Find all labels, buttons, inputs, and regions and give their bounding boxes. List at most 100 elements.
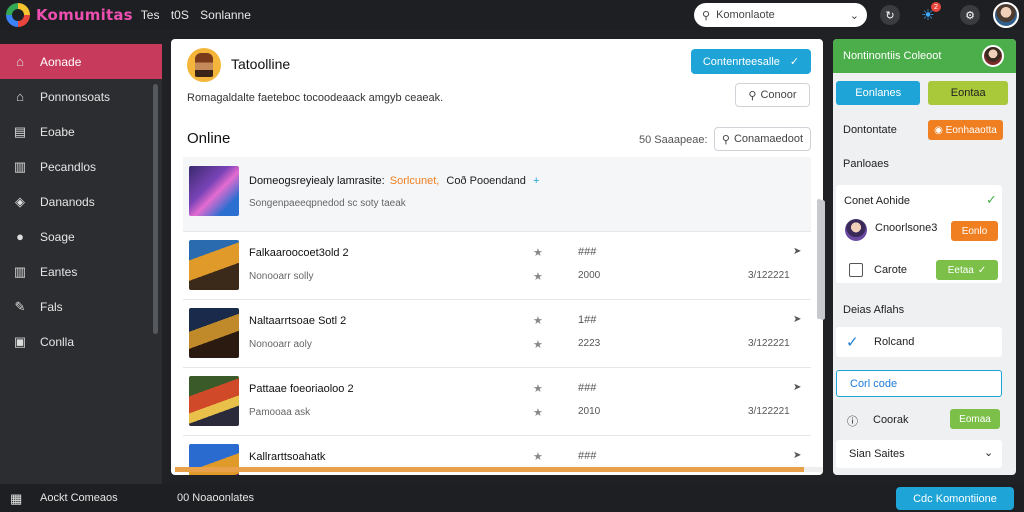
sidebar-item-1[interactable]: ⌂ Aonade bbox=[0, 44, 162, 79]
item-date: 3/122221 bbox=[748, 406, 790, 417]
sidebar-item-9[interactable]: ▣ Conlla bbox=[0, 324, 162, 359]
item-title: Pattaae foeoriaoloo 2 bbox=[249, 383, 354, 395]
progress-fill bbox=[175, 467, 804, 472]
link-row[interactable]: Corl code bbox=[836, 370, 1002, 397]
avatar[interactable] bbox=[845, 219, 867, 241]
top-nav: Tes t0S Sonlanne bbox=[141, 8, 259, 22]
star-icon[interactable]: ★ bbox=[533, 450, 543, 463]
sidebar-scrollbar[interactable] bbox=[153, 84, 158, 334]
grid-icon[interactable]: ▦ bbox=[10, 491, 22, 507]
card: Conet Aohide ✓ Cnoorlsone3 Eonlo Carote … bbox=[836, 185, 1002, 283]
sidebar-item-4[interactable]: ▥ Pecandlos bbox=[0, 149, 162, 184]
orange-button[interactable]: ◉ Eonhaaotta bbox=[928, 120, 1003, 140]
secondary-button-label: Conoor bbox=[760, 89, 797, 101]
user-action-button[interactable]: Eonlo bbox=[951, 221, 998, 241]
right-panel: Nontinontiis Coleoot Eonlanes Eontaa Don… bbox=[833, 39, 1016, 475]
green-button[interactable]: Eetaa ✓ bbox=[936, 260, 998, 280]
checkbox[interactable] bbox=[849, 263, 863, 277]
right-scrollbar[interactable] bbox=[820, 200, 825, 320]
filter-button[interactable]: ⚲ Conamaedoot bbox=[714, 127, 811, 151]
search-placeholder: Komonlaote bbox=[716, 9, 775, 21]
notification-badge: 2 bbox=[931, 2, 941, 12]
check-icon: ✓ bbox=[986, 192, 997, 207]
star-icon[interactable]: ★ bbox=[533, 406, 543, 419]
arrow-icon[interactable]: ➤ bbox=[793, 314, 801, 325]
refresh-icon[interactable]: ↻ bbox=[880, 5, 900, 25]
info-button[interactable]: Eomaa bbox=[950, 409, 1000, 429]
sidebar-item-label: Aonade bbox=[40, 54, 82, 69]
top-nav-item-3[interactable]: Sonlanne bbox=[200, 8, 251, 22]
home-icon: ⌂ bbox=[16, 54, 24, 69]
chevron-down-icon[interactable]: ⌄ bbox=[984, 446, 993, 459]
item-thumbnail bbox=[189, 376, 239, 426]
sidebar-item-3[interactable]: ▤ Eoabe bbox=[0, 114, 162, 149]
top-nav-item-2[interactable]: t0S bbox=[171, 8, 189, 22]
featured-item[interactable]: Domeogsreyiealy lamrasite: Sorlcunet, Co… bbox=[183, 157, 811, 232]
list-item[interactable]: Pattaae foeoriaoloo 2 Pamooaa ask ★ ★ ##… bbox=[183, 368, 811, 436]
sidebar-item-label: Dananods bbox=[40, 194, 95, 209]
sidebar-item-5[interactable]: ◈ Dananods bbox=[0, 184, 162, 219]
featured-highlight[interactable]: Sorlcunet, bbox=[390, 175, 440, 187]
tab-primary[interactable]: Eonlanes bbox=[836, 81, 921, 105]
fire-icon: ◉ bbox=[934, 124, 946, 136]
plus-icon[interactable]: + bbox=[533, 175, 539, 187]
star-icon[interactable]: ★ bbox=[533, 246, 543, 259]
card-title: Conet Aohide bbox=[844, 195, 911, 207]
user-avatar[interactable] bbox=[993, 2, 1019, 28]
row-label: Dontontate bbox=[843, 124, 897, 136]
primary-action-button[interactable]: Contenrteesalle ✓ bbox=[691, 49, 811, 74]
item-tag: 1## bbox=[578, 314, 597, 326]
star-icon[interactable]: ★ bbox=[533, 338, 543, 351]
item-date: 3/122221 bbox=[748, 338, 790, 349]
bottom-mid-label[interactable]: 00 Noaoonlates bbox=[177, 492, 254, 504]
star-icon[interactable]: ★ bbox=[533, 382, 543, 395]
item-tag: ### bbox=[578, 450, 597, 462]
star-icon[interactable]: ★ bbox=[533, 270, 543, 283]
edit-icon: ✎ bbox=[14, 298, 26, 314]
paint-icon: ● bbox=[16, 229, 24, 244]
sidebar-item-label: Eantes bbox=[40, 264, 78, 279]
green-button-label: Eetaa bbox=[947, 264, 974, 276]
search-icon: ⚲ bbox=[748, 89, 757, 102]
primary-action-label: Contenrteesalle bbox=[702, 55, 780, 68]
arrow-icon[interactable]: ➤ bbox=[793, 450, 801, 461]
link-label[interactable]: Corl code bbox=[850, 378, 897, 390]
sidebar-item-2[interactable]: ⌂ Ponnonsoats bbox=[0, 79, 162, 114]
list-item[interactable]: Naltaarrtsoae Sotl 2 Nonooarr aoly ★ ★ 1… bbox=[183, 300, 811, 368]
chevron-down-icon[interactable]: ⌄ bbox=[850, 9, 859, 22]
dropdown[interactable]: Sian Saites ⌄ bbox=[836, 440, 1002, 468]
checked-row[interactable]: ✓ Rolcand bbox=[836, 327, 1002, 357]
section-label: Deias Aflahs bbox=[843, 304, 905, 316]
search-icon: ⚲ bbox=[721, 133, 730, 146]
sidebar-item-6[interactable]: ● Soage bbox=[0, 219, 162, 254]
info-label: Coorak bbox=[873, 414, 909, 426]
settings-icon[interactable]: ⚙ bbox=[960, 5, 980, 25]
arrow-icon[interactable]: ➤ bbox=[793, 382, 801, 393]
item-count: 2223 bbox=[578, 338, 601, 349]
sidebar: ⌂ Aonade ⌂ Ponnonsoats ▤ Eoabe ▥ Pecandl… bbox=[0, 44, 162, 484]
sidebar-item-8[interactable]: ✎ Fals bbox=[0, 289, 162, 324]
list-item[interactable]: Falkaaroocoet3old 2 Nonooarr solly ★ ★ #… bbox=[183, 232, 811, 300]
sidebar-item-label: Eoabe bbox=[40, 124, 75, 139]
bottom-action-button[interactable]: Cdc Komontiione bbox=[896, 487, 1014, 510]
bottom-left-label[interactable]: Aockt Comeaos bbox=[40, 492, 118, 504]
secondary-button[interactable]: ⚲ Conoor bbox=[735, 83, 810, 107]
tab-secondary[interactable]: Eontaa bbox=[928, 81, 1008, 105]
page-description: Romagaldalte faeteboc tocoodeaack amgyb … bbox=[187, 92, 444, 104]
item-title: Naltaarrtsoae Sotl 2 bbox=[249, 315, 347, 327]
checkbox-checked-icon[interactable]: ✓ bbox=[846, 333, 859, 351]
avatar[interactable] bbox=[982, 45, 1004, 67]
search-input[interactable]: ⚲ Komonlaote ⌄ bbox=[694, 3, 867, 27]
featured-highlight-2[interactable]: Coð Pooendand bbox=[446, 175, 526, 187]
item-count: 2000 bbox=[578, 270, 601, 281]
top-nav-item-1[interactable]: Tes bbox=[141, 8, 160, 22]
star-icon[interactable]: ★ bbox=[533, 314, 543, 327]
logo[interactable]: Komumitas bbox=[6, 3, 133, 27]
notification-icon[interactable]: ☀ 2 bbox=[918, 2, 941, 25]
arrow-icon[interactable]: ➤ bbox=[793, 246, 801, 257]
sidebar-item-label: Pecandlos bbox=[40, 159, 97, 174]
sidebar-item-7[interactable]: ▥ Eantes bbox=[0, 254, 162, 289]
progress-bar bbox=[175, 467, 823, 472]
check-icon: ✓ bbox=[977, 264, 987, 276]
filter-button-label: Conamaedoot bbox=[733, 133, 804, 145]
